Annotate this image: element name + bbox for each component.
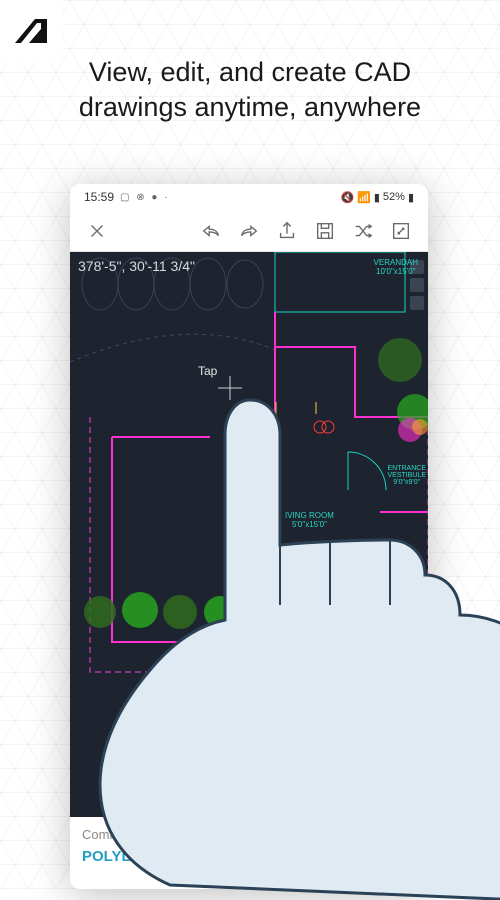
battery-percent: 52% (383, 191, 405, 203)
android-status-bar: 15:59 ▢ ⊗ ● · 🔇 📶 ▮ 52% ▮ (70, 184, 428, 210)
crosshair-cursor (218, 376, 242, 400)
coordinates-readout: 378'-5", 30'-11 3/4" (78, 258, 195, 274)
command-line-area[interactable]: Command: _PLINE POLYLINE Specify start p… (70, 817, 428, 883)
share-button[interactable] (268, 212, 306, 250)
redo-button[interactable] (230, 212, 268, 250)
phone-mockup: 15:59 ▢ ⊗ ● · 🔇 📶 ▮ 52% ▮ (70, 184, 428, 889)
headline-line1: View, edit, and create CAD (89, 57, 411, 87)
redo-icon (238, 220, 260, 242)
shuffle-button[interactable] (344, 212, 382, 250)
status-icons-left: ▢ ⊗ ● · (120, 192, 170, 203)
battery-icon: ▮ (408, 191, 414, 204)
close-icon (86, 220, 108, 242)
undo-button[interactable] (192, 212, 230, 250)
fullscreen-button[interactable] (382, 212, 420, 250)
status-time: 15:59 (84, 190, 114, 204)
tap-hint: Tap (198, 364, 217, 378)
autodesk-logo-icon (11, 11, 51, 51)
shuffle-icon (352, 220, 374, 242)
signal-icon: ▮ (374, 191, 380, 204)
mute-icon: 🔇 (340, 191, 354, 204)
undo-icon (200, 220, 222, 242)
app-toolbar (70, 210, 428, 252)
room-label-entrance: ENTRANCE VESTIBULE 9'0"x9'0" (387, 465, 426, 486)
save-button[interactable] (306, 212, 344, 250)
drawing-layer (70, 252, 428, 817)
cad-canvas[interactable]: 378'-5", 30'-11 3/4" (70, 252, 428, 817)
save-icon (314, 220, 336, 242)
autodesk-logo-badge (0, 0, 62, 62)
fullscreen-icon (390, 220, 412, 242)
command-history: Command: _PLINE (82, 827, 416, 842)
wifi-icon: 📶 (357, 191, 371, 204)
close-button[interactable] (78, 212, 116, 250)
command-prompt: POLYLINE Specify start po (82, 848, 416, 865)
share-icon (276, 220, 298, 242)
headline-line2: drawings anytime, anywhere (79, 92, 421, 122)
room-label-verandah: VERANDAH 10'0"x15'0" (374, 258, 418, 276)
room-label-living: IVING ROOM 5'0"x15'0" (285, 511, 334, 529)
headline: View, edit, and create CAD drawings anyt… (0, 55, 500, 125)
